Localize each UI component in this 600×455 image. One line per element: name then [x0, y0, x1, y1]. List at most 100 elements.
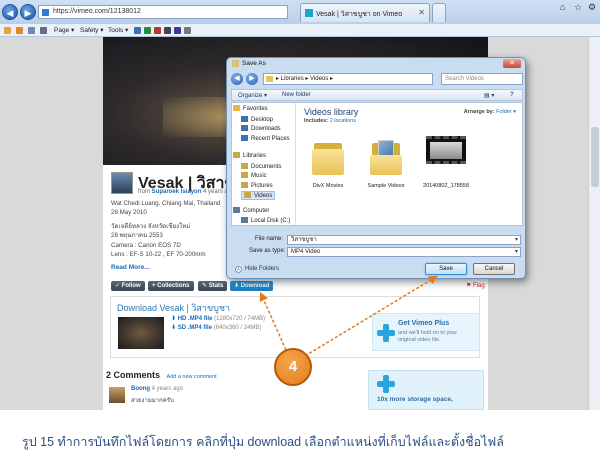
tools-menu[interactable]: Tools ▾ — [108, 26, 128, 34]
help-circle-icon[interactable]: ? — [510, 92, 514, 98]
documents-icon — [241, 163, 248, 169]
dialog-search-input[interactable]: Search Videos — [441, 73, 523, 85]
folder-divx-icon[interactable] — [310, 137, 346, 177]
stats-button[interactable]: ✎ Stats — [198, 281, 228, 291]
vimeo-plus-ad[interactable]: 10x more storage space, — [368, 370, 484, 410]
tree-item[interactable]: Music — [241, 172, 267, 179]
arrange-dropdown[interactable]: Folder ▾ — [496, 109, 516, 115]
mail-icon[interactable] — [28, 27, 35, 34]
comment-ago: 4 years ago — [151, 386, 184, 392]
flag-link[interactable]: ⚑ Flag — [466, 282, 485, 289]
author-avatar[interactable] — [111, 172, 133, 194]
tab-vimeo[interactable]: Vesak | วิสาขบูชา on Vimeo ✕ — [300, 3, 430, 22]
gear-icon[interactable]: ⚙ — [588, 2, 596, 13]
favorites-star-icon[interactable]: ☆ — [574, 2, 582, 13]
recent-places-icon — [241, 135, 248, 141]
figure-caption: รูป 15 ทำการบันทึกไฟล์โดยการ คลิกที่ปุ่ม… — [22, 435, 504, 449]
save-type-select[interactable]: MP4 Video ▾ — [287, 247, 521, 257]
tree-item-label: Recent Places — [251, 136, 290, 142]
address-url: https://vimeo.com/12138012 — [53, 8, 141, 15]
star-icon — [233, 105, 240, 111]
tree-item[interactable]: Videos — [241, 191, 276, 200]
view-options-icon[interactable]: ▤ ▾ — [484, 92, 494, 99]
collections-button[interactable]: + Collections — [148, 281, 194, 291]
library-folder-icon — [266, 76, 273, 82]
dialog-toolbar: Organize ▾ New folder ▤ ▾ ? — [231, 89, 523, 101]
file-name-label: File name: — [255, 236, 284, 242]
dialog-close-button[interactable]: ✕ — [503, 59, 521, 68]
plus-title: Get Vimeo Plus — [398, 320, 450, 327]
dialog-app-icon — [232, 60, 239, 67]
includes-prefix: Includes: — [304, 118, 329, 124]
tree-item[interactable]: Local Disk (C:) — [241, 217, 290, 224]
tree-item[interactable]: Downloads — [241, 125, 281, 132]
arrange-prefix: Arrange by: — [463, 109, 495, 115]
save-button[interactable]: Save — [425, 263, 467, 275]
tree-item[interactable]: Pictures — [241, 182, 273, 189]
description-line: 28 May 2010 — [111, 209, 147, 216]
file-name-input[interactable]: วิสาขบูชา ▾ — [287, 235, 521, 245]
chevron-up-icon: ˄ — [235, 266, 242, 273]
tree-item-label: Music — [251, 173, 267, 179]
safety-menu[interactable]: Safety ▾ — [80, 26, 104, 34]
home-toolbar-icon[interactable] — [4, 27, 11, 34]
print-icon[interactable] — [40, 27, 47, 34]
addon-red-icon[interactable] — [154, 27, 161, 34]
byline-prefix: from — [138, 189, 150, 195]
back-button[interactable]: ◀ — [2, 4, 18, 20]
dialog-titlebar[interactable]: Save As ✕ — [227, 58, 525, 70]
download-option-sd[interactable]: ⬇ SD .MP4 file (640x360 / 24MB) — [171, 324, 261, 331]
download-option-hd[interactable]: ⬇ HD .MP4 file (1280x720 / 74MB) — [171, 315, 265, 322]
tree-item-label: Computer — [243, 208, 270, 214]
addon-dark-icon[interactable] — [164, 27, 171, 34]
scrollbar-thumb[interactable] — [591, 127, 599, 187]
folder-sample-videos-icon[interactable] — [368, 137, 404, 177]
tree-item[interactable]: Favorites — [233, 105, 268, 112]
tab-close-icon[interactable]: ✕ — [418, 8, 425, 17]
dialog-breadcrumb[interactable]: ▸ Libraries ▸ Videos ▸ — [263, 73, 433, 85]
vimeo-favicon-icon — [305, 9, 313, 17]
commenter-name[interactable]: Boong — [131, 386, 150, 392]
new-tab-button[interactable] — [432, 3, 446, 22]
add-comment-link[interactable]: Add a new comment — [167, 374, 217, 380]
new-folder-button[interactable]: New folder — [282, 92, 311, 98]
download-arrow-icon: ⬇ — [171, 316, 177, 322]
address-bar[interactable]: https://vimeo.com/12138012 — [38, 5, 288, 19]
tree-item-label: Favorites — [243, 106, 268, 112]
cancel-button[interactable]: Cancel — [473, 263, 515, 275]
includes-link[interactable]: 2 locations — [330, 118, 356, 124]
author-link[interactable]: Suparoek Isiayon — [152, 189, 202, 195]
addon-icon[interactable] — [144, 27, 151, 34]
follow-button[interactable]: ✓ Follow — [111, 281, 145, 291]
addon-blue-icon[interactable] — [174, 27, 181, 34]
tab-title: Vesak | วิสาขบูชา on Vimeo — [316, 11, 403, 18]
dialog-forward-icon[interactable]: ▶ — [246, 73, 258, 85]
tree-item-label: Libraries — [243, 153, 267, 159]
help-icon[interactable] — [134, 27, 141, 34]
video-file-thumbnail[interactable] — [426, 136, 466, 164]
site-favicon-icon — [42, 9, 49, 16]
dialog-back-icon[interactable]: ◀ — [231, 73, 243, 85]
tree-item-label: Pictures — [251, 183, 273, 189]
tree-item[interactable]: Documents — [241, 163, 281, 170]
tree-item[interactable]: Libraries — [233, 152, 266, 159]
tree-item[interactable]: Computer — [233, 207, 269, 214]
chevron-down-icon[interactable]: ▾ — [515, 248, 518, 256]
chevron-down-icon[interactable]: ▾ — [515, 236, 518, 244]
commenter-avatar[interactable] — [109, 387, 125, 403]
hide-folders-toggle[interactable]: ˄ Hide Folders — [235, 266, 279, 273]
read-more-link[interactable]: Read More... — [111, 264, 150, 271]
download-button[interactable]: ⬇ Download — [230, 281, 274, 291]
forward-button[interactable]: ▶ — [20, 4, 36, 20]
organize-menu[interactable]: Organize ▾ — [238, 92, 267, 99]
addon-gray-icon[interactable] — [184, 27, 191, 34]
feeds-icon[interactable] — [16, 27, 23, 34]
page-menu[interactable]: Page ▾ — [54, 26, 74, 34]
tree-item[interactable]: Recent Places — [241, 135, 290, 142]
page-scrollbar[interactable] — [588, 37, 600, 410]
vimeo-plus-card[interactable]: Get Vimeo Plus and we'll hold on to your… — [372, 313, 480, 351]
file-label: Sample Videos — [367, 183, 405, 189]
home-icon[interactable]: ⌂ — [560, 2, 565, 12]
tree-item[interactable]: Desktop — [241, 116, 273, 123]
description-line: Lens : EF-S 10-22 , EF 70-200mm — [111, 251, 206, 258]
